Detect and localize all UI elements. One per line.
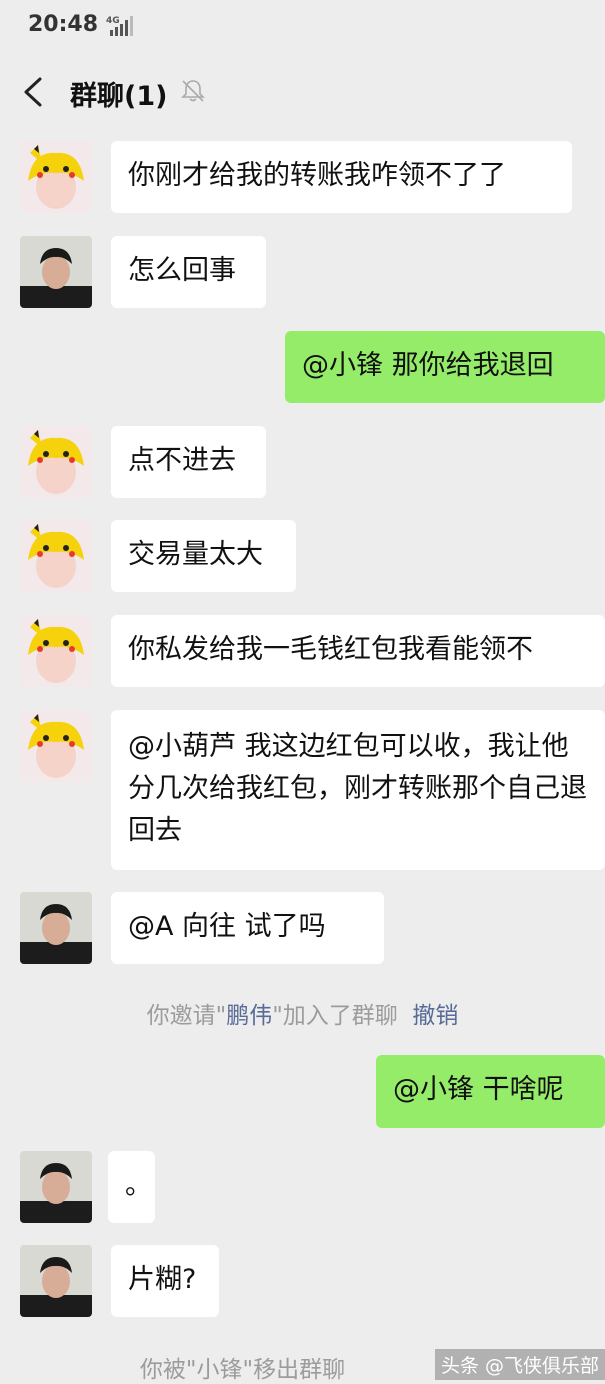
avatar[interactable] (20, 1151, 92, 1223)
invite-prefix: 你邀请" (146, 1003, 227, 1029)
dark-hair-avatar-icon (20, 1245, 92, 1317)
message-bubble[interactable]: 交易量太大 (111, 520, 296, 592)
avatar[interactable] (20, 236, 92, 308)
avatar[interactable] (20, 520, 92, 592)
message-text: @小葫芦 我这边红包可以收，我让他分几次给我红包，刚才转账那个自己退回去 (128, 731, 587, 846)
undo-invite-link[interactable]: 撤销 (412, 1003, 458, 1029)
status-time: 20:48 (28, 12, 99, 37)
dark-hair-avatar-icon (20, 1151, 92, 1223)
signal-4g-icon: 4G (106, 16, 133, 36)
message-bubble[interactable]: 点不进去 (111, 426, 266, 498)
pikachu-hat-avatar-icon (20, 426, 92, 498)
avatar[interactable] (20, 710, 92, 782)
avatar[interactable] (20, 892, 92, 964)
chevron-left-icon[interactable] (20, 76, 48, 108)
message-text: 片糊? (128, 1264, 197, 1295)
system-notice-invite: 你邀请"鹏伟"加入了群聊 撤销 (0, 996, 605, 1030)
invite-suffix: "加入了群聊 (272, 1003, 398, 1029)
message-text: @小锋 那你给我退回 (302, 350, 554, 381)
chat-header: 群聊(1) (0, 56, 605, 128)
message-text: 。 (125, 1170, 152, 1201)
avatar[interactable] (20, 426, 92, 498)
message-bubble[interactable]: 你私发给我一毛钱红包我看能领不 (111, 615, 605, 687)
message-bubble[interactable]: 你刚才给我的转账我咋领不了了 (111, 141, 572, 213)
bell-muted-icon (181, 80, 205, 102)
message-bubble[interactable]: 。 (108, 1151, 155, 1223)
watermark: 头条 @飞侠俱乐部 (434, 1349, 605, 1380)
avatar[interactable] (20, 615, 92, 687)
dark-hair-avatar-icon (20, 892, 92, 964)
pikachu-hat-avatar-icon (20, 520, 92, 592)
message-bubble[interactable]: @小葫芦 我这边红包可以收，我让他分几次给我红包，刚才转账那个自己退回去 (111, 710, 605, 870)
pikachu-hat-avatar-icon (20, 615, 92, 687)
chat-title: 群聊(1) (70, 81, 168, 112)
message-text: @小锋 干啥呢 (393, 1074, 564, 1105)
dark-hair-avatar-icon (20, 236, 92, 308)
avatar[interactable] (20, 1245, 92, 1317)
pikachu-hat-avatar-icon (20, 141, 92, 213)
message-bubble-self[interactable]: @小锋 那你给我退回 (285, 331, 605, 403)
message-text: 怎么回事 (128, 255, 236, 286)
message-bubble[interactable]: 片糊? (111, 1245, 219, 1317)
message-text: 你私发给我一毛钱红包我看能领不 (128, 634, 533, 665)
message-text: @A 向往 试了吗 (128, 911, 326, 942)
status-bar: 20:48 4G (0, 0, 605, 54)
avatar[interactable] (20, 141, 92, 213)
message-text: 交易量太大 (128, 539, 263, 570)
message-bubble-self[interactable]: @小锋 干啥呢 (376, 1055, 605, 1128)
message-bubble[interactable]: @A 向往 试了吗 (111, 892, 384, 964)
message-text: 点不进去 (128, 445, 236, 476)
invited-user-link[interactable]: 鹏伟 (226, 1003, 272, 1029)
pikachu-hat-avatar-icon (20, 710, 92, 782)
message-text: 你刚才给我的转账我咋领不了了 (128, 160, 506, 191)
message-bubble[interactable]: 怎么回事 (111, 236, 266, 308)
svg-text:4G: 4G (106, 16, 120, 26)
